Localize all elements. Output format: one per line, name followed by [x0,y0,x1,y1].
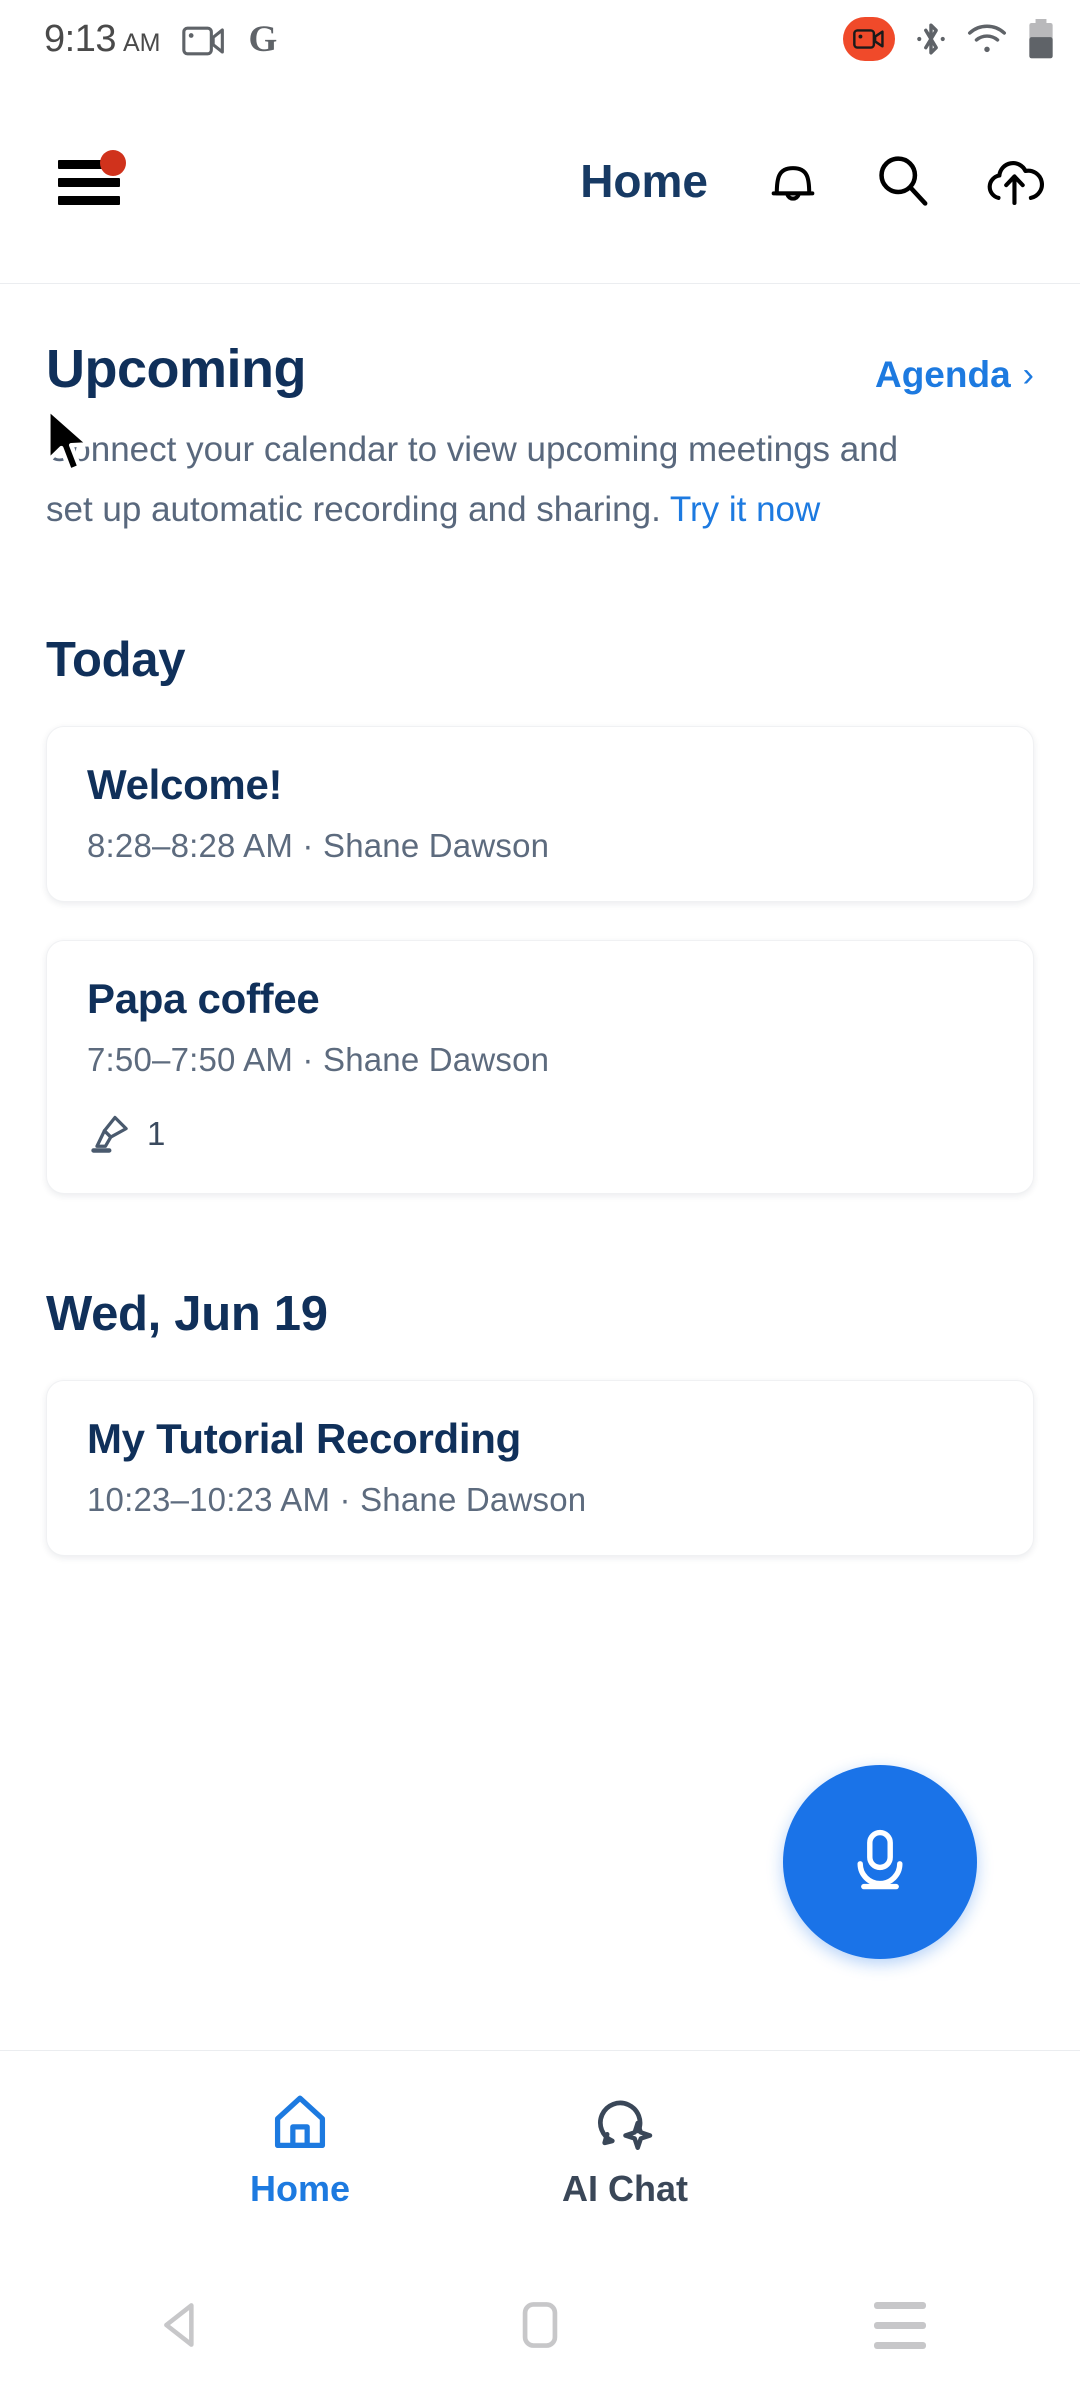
status-bar-left: 9:13 AM G [44,20,277,58]
recents-line-1 [874,2301,926,2309]
meeting-card-subtitle: 10:23–10:23 AM · Shane Dawson [87,1481,587,1518]
home-square-icon[interactable] [480,2265,600,2385]
notifications-bell-icon[interactable] [762,150,824,212]
nav-item-ai-chat-label: AI Chat [562,2167,689,2209]
cloud-upload-icon[interactable] [982,150,1046,212]
menu-notification-badge [100,149,126,176]
agenda-link-label: Agenda [874,354,1011,395]
upcoming-heading: Upcoming [46,339,307,399]
recents-line-3 [874,2341,926,2349]
section-heading-today: Today [46,633,186,687]
upcoming-description: Connect your calendar to view upcoming m… [0,400,1000,540]
recents-lines-icon[interactable] [840,2265,960,2385]
status-bar-right [843,17,1054,61]
meeting-card[interactable]: Papa coffee 7:50–7:50 AM · Shane Dawson … [46,940,1034,1194]
record-fab-button[interactable] [783,1765,977,1959]
upcoming-header: Upcoming Agenda › [0,284,1080,400]
recents-line-2 [874,2321,926,2329]
app-bar-actions: Home [580,150,1046,212]
main-content: Upcoming Agenda › Connect your calendar … [0,284,1080,1556]
mouse-cursor [44,406,96,483]
system-navigation-bar [0,2250,1080,2400]
agenda-link[interactable]: Agenda › [875,354,1034,396]
search-icon[interactable] [872,150,934,212]
meeting-card-title: My Tutorial Recording [87,1415,521,1462]
meeting-card-subtitle: 8:28–8:28 AM · Shane Dawson [87,827,550,864]
nav-item-home[interactable]: Home [250,2092,350,2210]
meeting-card[interactable]: My Tutorial Recording 10:23–10:23 AM · S… [46,1380,1034,1556]
meeting-card-title: Papa coffee [87,975,320,1022]
battery-icon [1028,19,1054,59]
status-time: 9:13 AM [44,20,160,58]
wifi-icon [967,23,1007,55]
back-triangle-icon[interactable] [120,2265,240,2385]
screen-recording-badge [843,17,895,61]
status-bar: 9:13 AM G [0,0,1080,78]
video-call-icon [182,24,226,58]
meeting-card-meta-count: 1 [147,1115,166,1152]
meeting-card[interactable]: Welcome! 8:28–8:28 AM · Shane Dawson [46,726,1034,902]
chat-sparkle-icon [592,2092,658,2154]
meeting-card-meta: 1 [87,1111,993,1157]
page-title: Home [580,154,708,207]
bottom-navigation: Home AI Chat [0,2050,1080,2250]
chevron-right-icon: › [1022,355,1034,394]
try-it-now-link[interactable]: Try it now [670,490,820,529]
microphone-icon [841,1823,919,1901]
meeting-card-subtitle: 7:50–7:50 AM · Shane Dawson [87,1041,550,1078]
meeting-card-title: Welcome! [87,761,283,808]
hamburger-line-1 [58,159,104,169]
highlighter-icon [87,1111,133,1157]
status-time-value: 9:13 [44,18,116,60]
bluetooth-icon [916,20,946,58]
home-icon [268,2092,332,2154]
nav-item-ai-chat[interactable]: AI Chat [562,2092,688,2210]
app-screen: 9:13 AM G Home Upcoming Agenda › Connect… [0,0,1080,2400]
nav-item-home-label: Home [250,2167,351,2209]
app-bar: Home [0,78,1080,284]
google-g-icon: G [248,19,278,60]
section-heading-date: Wed, Jun 19 [46,1287,328,1341]
hamburger-line-2 [58,177,120,187]
status-time-ampm: AM [122,29,161,57]
hamburger-menu-icon[interactable] [52,149,126,212]
hamburger-line-3 [58,195,120,205]
